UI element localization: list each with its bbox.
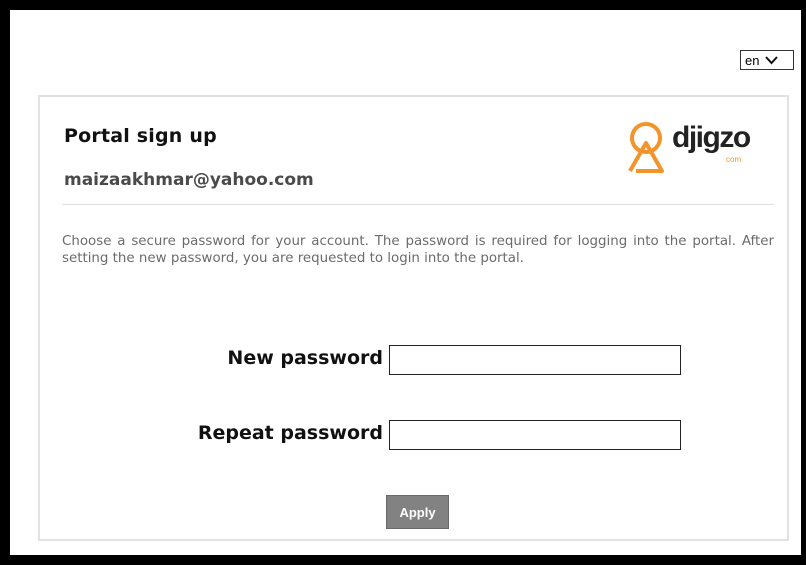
logo-mark-icon: [628, 122, 664, 173]
logo-wordmark: djigzo: [672, 121, 751, 154]
repeat-password-input[interactable]: [389, 420, 681, 450]
user-email: maizaakhmar@yahoo.com: [64, 170, 314, 190]
logo-suffix: com: [726, 155, 742, 164]
repeat-password-label: Repeat password: [197, 422, 383, 444]
signup-panel: Portal sign up maizaakhmar@yahoo.com dji…: [38, 95, 789, 541]
djigzo-logo: djigzo com: [626, 119, 776, 175]
language-select[interactable]: en: [740, 50, 794, 70]
language-selected: en: [745, 52, 760, 68]
new-password-input[interactable]: [389, 345, 681, 375]
new-password-label: New password: [227, 347, 383, 369]
page: en Portal sign up maizaakhmar@yahoo.com …: [10, 10, 801, 555]
divider: [62, 204, 774, 205]
apply-button[interactable]: Apply: [386, 495, 449, 529]
page-title: Portal sign up: [64, 125, 217, 147]
intro-text: Choose a secure password for your accoun…: [62, 234, 774, 266]
chevron-down-icon: [765, 55, 779, 64]
